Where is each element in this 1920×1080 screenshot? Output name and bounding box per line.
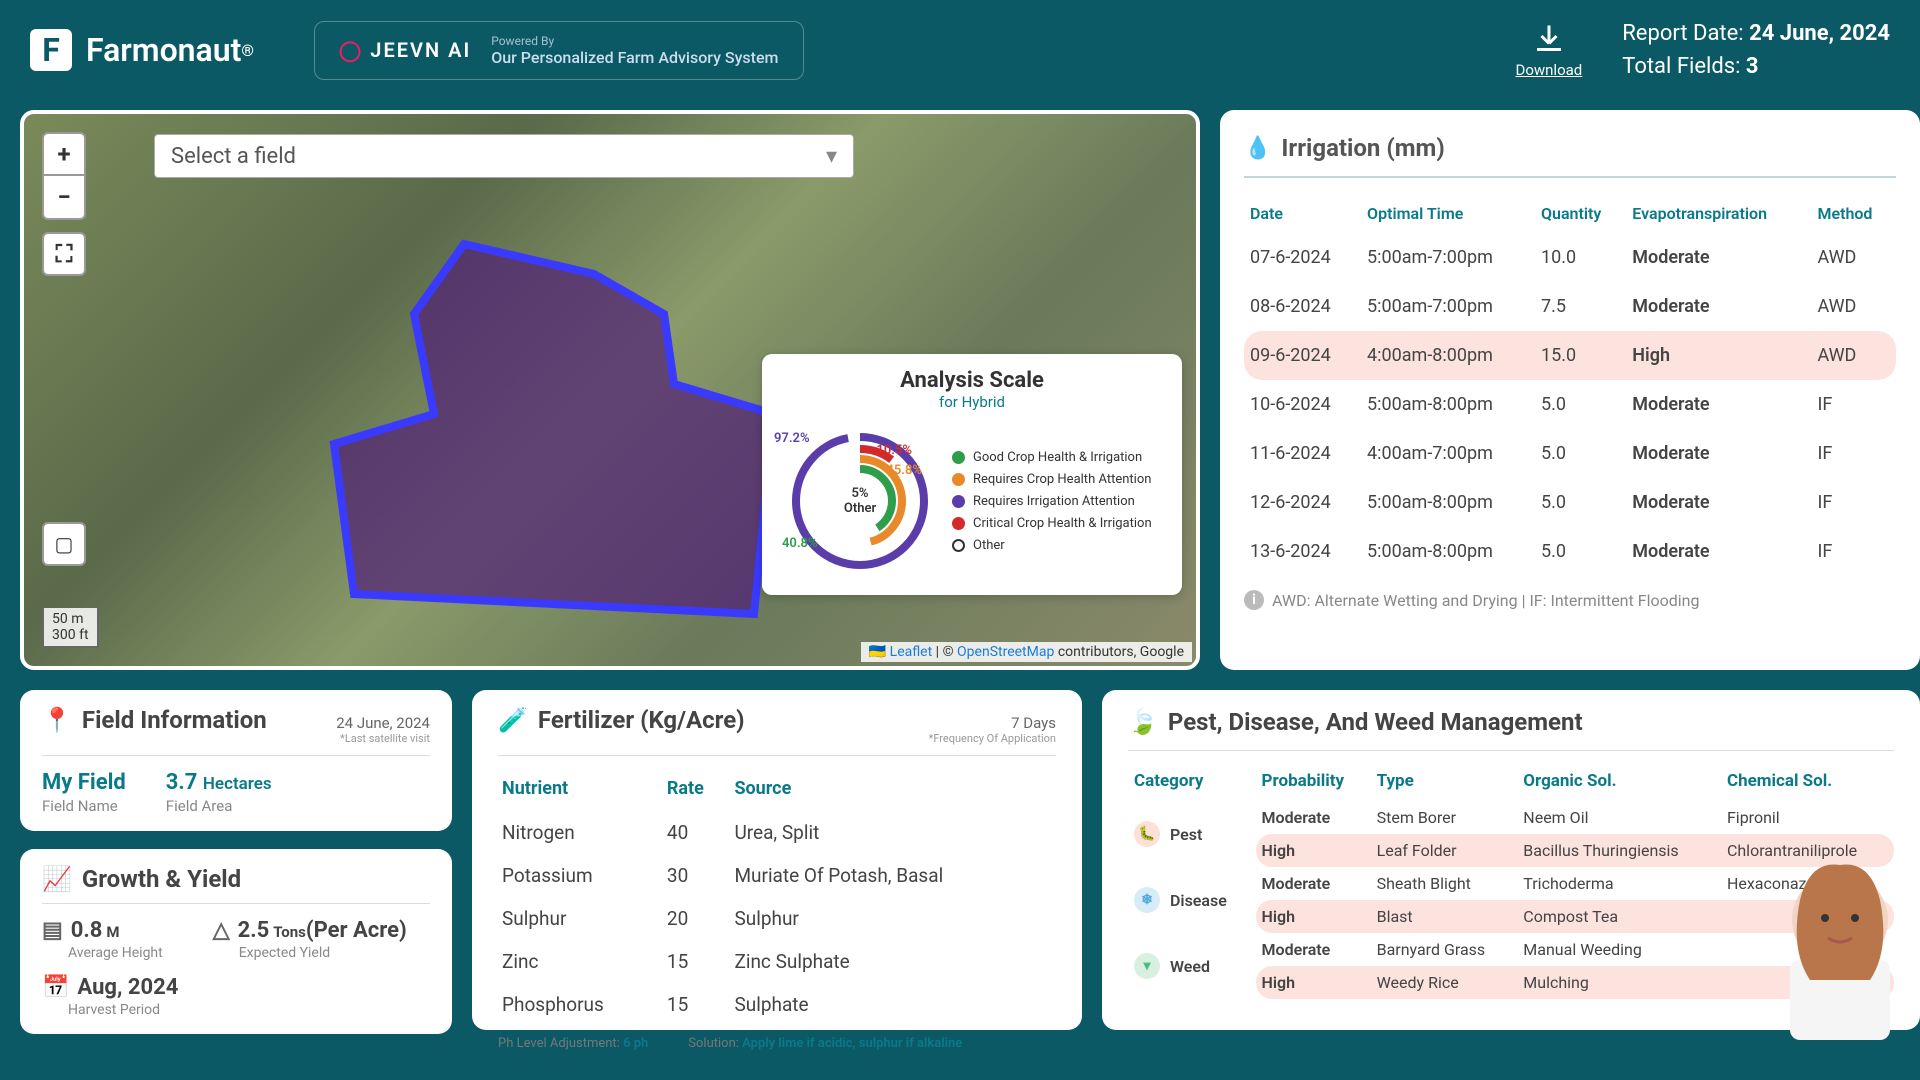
- legend-item: Requires Crop Health Attention: [952, 472, 1164, 487]
- irrigation-title: Irrigation (mm): [1281, 134, 1444, 162]
- osm-link[interactable]: OpenStreetMap: [957, 644, 1054, 660]
- calendar-icon: 📅: [42, 975, 69, 1000]
- irrigation-table: DateOptimal TimeQuantityEvapotranspirati…: [1244, 194, 1896, 576]
- fullscreen-button[interactable]: ⛶: [42, 232, 86, 276]
- field-icon: 📍: [42, 706, 72, 734]
- fertilizer-col: Nutrient: [498, 766, 663, 811]
- irrigation-col: Date: [1244, 194, 1361, 233]
- info-icon: i: [1244, 590, 1264, 610]
- fertilizer-row: Phosphorus15Sulphate: [498, 983, 1056, 1026]
- leaflet-link[interactable]: Leaflet: [890, 644, 933, 660]
- pest-col: Chemical Sol.: [1721, 761, 1894, 801]
- download-button[interactable]: Download: [1515, 21, 1582, 79]
- legend-item: Good Crop Health & Irrigation: [952, 450, 1164, 465]
- growth-yield-card: 📈 Growth & Yield ▤0.8 M Average Height △…: [20, 849, 452, 1034]
- irrigation-row: 07-6-20245:00am-7:00pm10.0ModerateAWD: [1244, 233, 1896, 282]
- fertilizer-row: Zinc15Zinc Sulphate: [498, 940, 1056, 983]
- header: F Farmonaut® ◯ JEEVN AI Powered By Our P…: [0, 0, 1920, 100]
- brand-name: Farmonaut: [86, 31, 241, 69]
- irrigation-row: 12-6-20245:00am-8:00pm5.0ModerateIF: [1244, 478, 1896, 527]
- zoom-out-button[interactable]: −: [42, 176, 86, 220]
- analysis-title: Analysis Scale: [780, 368, 1164, 393]
- pest-col: Probability: [1256, 761, 1371, 801]
- pest-col: Type: [1371, 761, 1518, 801]
- fertilizer-col: Rate: [663, 766, 731, 811]
- field-select-placeholder: Select a field: [171, 144, 296, 169]
- analysis-donut: 5%Other 97.2% 10.5% 45.8% 40.8%: [780, 421, 940, 581]
- pest-icon: 🍃: [1128, 708, 1158, 736]
- growth-icon: 📈: [42, 865, 72, 893]
- fertilizer-card: 🧪 Fertilizer (Kg/Acre) 7 Days*Frequency …: [472, 690, 1082, 1030]
- registered-mark: ®: [241, 41, 254, 60]
- field-info-title: Field Information: [82, 706, 336, 734]
- fertilizer-icon: 🧪: [498, 706, 528, 734]
- fertilizer-row: Nitrogen40Urea, Split: [498, 811, 1056, 854]
- download-icon: [1531, 21, 1567, 57]
- field-info-card: 📍 Field Information 24 June, 2024*Last s…: [20, 690, 452, 831]
- irrigation-row: 08-6-20245:00am-7:00pm7.5ModerateAWD: [1244, 282, 1896, 331]
- irrigation-col: Optimal Time: [1361, 194, 1535, 233]
- pest-title: Pest, Disease, And Weed Management: [1168, 708, 1583, 736]
- jeevn-box: ◯ JEEVN AI Powered By Our Personalized F…: [314, 21, 804, 80]
- irrigation-icon: 💧: [1244, 136, 1271, 161]
- brand-logo: F Farmonaut®: [30, 29, 254, 71]
- zoom-in-button[interactable]: +: [42, 132, 86, 176]
- field-name-value: My Field: [42, 770, 126, 795]
- height-icon: ▤: [42, 918, 63, 943]
- field-select-dropdown[interactable]: Select a field ▾: [154, 134, 854, 178]
- brand-icon: F: [30, 29, 72, 71]
- measure-tool-button[interactable]: ▢: [42, 522, 86, 566]
- fertilizer-col: Source: [730, 766, 1056, 811]
- map-panel[interactable]: + − ⛶ Select a field ▾ ▢ 50 m 300 ft 🇺🇦 …: [20, 110, 1200, 670]
- analysis-scale-card: Analysis Scale for Hybrid 5%Other 97.2% …: [762, 354, 1182, 595]
- report-meta: Report Date: 24 June, 2024 Total Fields:…: [1622, 17, 1890, 83]
- pest-col: Organic Sol.: [1517, 761, 1721, 801]
- fertilizer-table: NutrientRateSource Nitrogen40Urea, Split…: [498, 766, 1056, 1026]
- irrigation-note: i AWD: Alternate Wetting and Drying | IF…: [1244, 590, 1896, 610]
- field-polygon: [314, 214, 774, 634]
- jeevn-tagline: Powered By Our Personalized Farm Advisor…: [491, 34, 778, 67]
- irrigation-row: 10-6-20245:00am-8:00pm5.0ModerateIF: [1244, 380, 1896, 429]
- analysis-subtitle: for Hybrid: [780, 393, 1164, 411]
- analysis-legend: Good Crop Health & Irrigation Requires Cr…: [952, 443, 1164, 560]
- fertilizer-row: Sulphur20Sulphur: [498, 897, 1056, 940]
- yield-icon: △: [213, 918, 230, 943]
- jeevn-logo: ◯ JEEVN AI: [339, 38, 471, 62]
- growth-title: Growth & Yield: [82, 865, 430, 893]
- pest-col: Category: [1128, 761, 1256, 801]
- irrigation-col: Method: [1811, 194, 1896, 233]
- map-scale: 50 m 300 ft: [42, 608, 99, 648]
- legend-item: Other: [952, 538, 1164, 553]
- legend-item: Requires Irrigation Attention: [952, 494, 1164, 509]
- irrigation-row: 13-6-20245:00am-8:00pm5.0ModerateIF: [1244, 527, 1896, 576]
- irrigation-card: 💧 Irrigation (mm) DateOptimal TimeQuantit…: [1220, 110, 1920, 670]
- assistant-avatar: [1750, 830, 1920, 1040]
- fertilizer-row: Potassium30Muriate Of Potash, Basal: [498, 854, 1056, 897]
- irrigation-row: 11-6-20244:00am-7:00pm5.0ModerateIF: [1244, 429, 1896, 478]
- irrigation-row: 09-6-20244:00am-8:00pm15.0HighAWD: [1244, 331, 1896, 380]
- chevron-down-icon: ▾: [826, 144, 837, 169]
- irrigation-col: Quantity: [1535, 194, 1626, 233]
- fertilizer-title: Fertilizer (Kg/Acre): [538, 706, 929, 734]
- legend-item: Critical Crop Health & Irrigation: [952, 516, 1164, 531]
- pest-management-card: 🍃 Pest, Disease, And Weed Management Cate…: [1102, 690, 1920, 1030]
- map-attribution: 🇺🇦 Leaflet | © OpenStreetMap contributor…: [861, 642, 1192, 662]
- irrigation-col: Evapotranspiration: [1626, 194, 1811, 233]
